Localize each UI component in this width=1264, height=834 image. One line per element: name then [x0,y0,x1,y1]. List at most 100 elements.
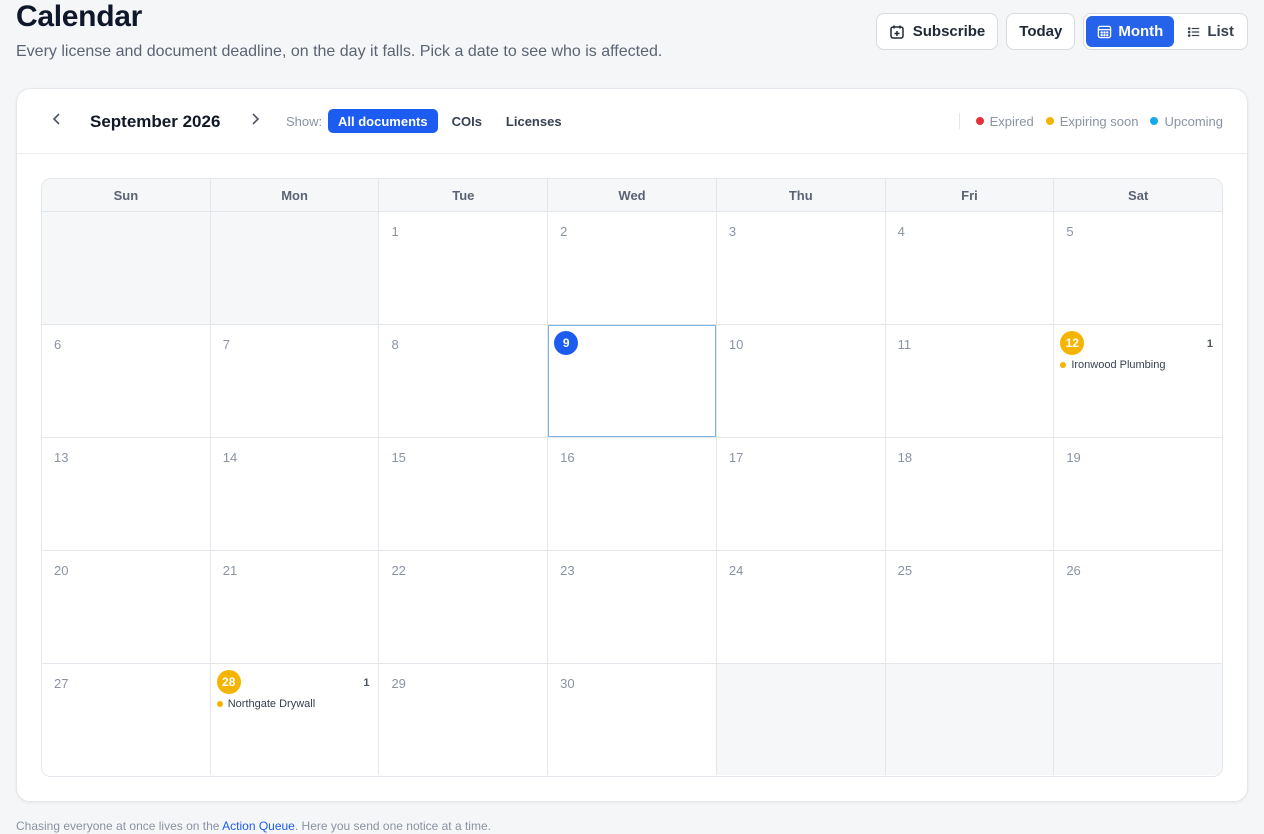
chevron-right-icon [249,112,261,131]
day-number: 12 [1060,331,1085,355]
calendar-day-3[interactable]: 3 [716,212,886,324]
calendar-weeks: 1 2 3 4 5 6 7 8 9 10 11 12 1 Ironwood Plumbing 13 14 15 1… [42,212,1222,775]
calendar-day-4[interactable]: 4 [885,212,1055,324]
day-number: 18 [897,450,913,465]
footer-note: Chasing everyone at once lives on the Ac… [16,819,491,833]
day-number: 17 [728,450,744,465]
legend-dot [1150,117,1159,125]
calendar-day-10[interactable]: 10 [716,325,886,437]
legend-label: Upcoming [1164,113,1223,129]
calendar-day-16[interactable]: 16 [548,438,717,550]
show-label: Show: [286,114,323,129]
calendar-day-5[interactable]: 5 [1054,212,1222,324]
weekday-fri: Fri [886,179,1055,211]
legend-item-expiring-soon: Expiring soon [1045,114,1138,129]
action-queue-link[interactable]: Action Queue [222,819,295,833]
weekday-mon: Mon [211,179,380,211]
day-number: 6 [54,337,62,352]
calendar-day-empty [716,664,886,775]
page-title: Calendar [16,0,142,33]
calendar-day-23[interactable]: 23 [548,551,717,663]
footer-text-after: . Here you send one notice at a time. [294,819,491,833]
calendar-day-11[interactable]: 11 [885,325,1055,437]
calendar-card: September 2026 Show: All documents COIs Li… [16,88,1248,802]
calendar-day-7[interactable]: 7 [210,325,380,437]
day-number: 25 [897,563,913,578]
list-view-label: List [1207,23,1234,40]
calendar-week: 27 28 1 Northgate Drywall 29 30 [42,664,1222,775]
day-number: 4 [897,224,905,239]
calendar-day-21[interactable]: 21 [210,551,380,663]
calendar-day-13[interactable]: 13 [42,438,211,550]
day-number: 11 [897,337,912,352]
previous-month-button[interactable] [47,111,67,131]
calendar-day-17[interactable]: 17 [716,438,886,550]
calendar-day-28[interactable]: 28 1 Northgate Drywall [210,664,380,775]
calendar-week: 20 21 22 23 24 25 26 [42,551,1222,664]
day-number: 16 [560,450,575,465]
calendar-week: 13 14 15 16 17 18 19 [42,438,1222,551]
day-number: 28 [216,670,241,694]
day-number: 8 [391,337,399,352]
month-view-button[interactable]: Month [1086,16,1175,47]
calendar-day-8[interactable]: 8 [379,325,549,437]
day-number: 24 [728,563,744,578]
event-item[interactable]: Ironwood Plumbing [1060,359,1165,371]
day-number: 2 [560,224,568,239]
chevron-left-icon [51,112,63,131]
calendar-grid: Sun Mon Tue Wed Thu Fri Sat 1 2 3 4 5 6 7 8 9 10 11 12 1 Ir… [41,178,1223,777]
day-number: 9 [554,331,579,355]
calendar-day-22[interactable]: 22 [379,551,549,663]
calendar-day-1[interactable]: 1 [379,212,549,324]
calendar-day-27[interactable]: 27 [42,664,211,775]
month-label: September 2026 [90,112,221,131]
filter-cois[interactable]: COIs [442,109,492,133]
calendar-day-25[interactable]: 25 [885,551,1055,663]
calendar-day-6[interactable]: 6 [42,325,211,437]
calendar-day-12[interactable]: 12 1 Ironwood Plumbing [1054,325,1222,437]
view-toggle: Month List [1083,13,1248,50]
calendar-day-30[interactable]: 30 [548,664,717,775]
subscribe-label: Subscribe [912,23,986,40]
event-count-badge: 1 [363,677,370,689]
calendar-day-24[interactable]: 24 [716,551,886,663]
today-label: Today [1019,23,1063,40]
calendar-day-18[interactable]: 18 [885,438,1055,550]
calendar-day-empty [1054,664,1222,775]
list-icon [1187,25,1201,39]
calendar-day-empty [210,212,380,324]
today-button[interactable]: Today [1006,13,1076,50]
weekday-sun: Sun [42,179,211,211]
day-number: 5 [1066,224,1074,239]
day-number: 13 [54,450,69,465]
calendar-toolbar: September 2026 Show: All documents COIs Li… [17,89,1247,154]
day-number: 3 [728,224,737,239]
next-month-button[interactable] [245,111,265,131]
weekday-header: Sun Mon Tue Wed Thu Fri Sat [42,179,1222,212]
filter-licenses[interactable]: Licenses [496,109,572,133]
event-item[interactable]: Northgate Drywall [216,698,315,710]
day-number: 1 [391,224,399,239]
calendar-day-29[interactable]: 29 [379,664,549,775]
calendar-day-9[interactable]: 9 [548,325,717,437]
filter-group: All documents COIs Licenses [328,109,572,133]
footer-text-before: Chasing everyone at once lives on the [16,819,223,833]
calendar-day-14[interactable]: 14 [210,438,380,550]
calendar-day-19[interactable]: 19 [1054,438,1222,550]
calendar-day-20[interactable]: 20 [42,551,211,663]
weekday-sat: Sat [1128,187,1149,203]
legend-label: Expired [989,113,1034,129]
calendar-day-empty [885,664,1055,775]
day-number: 26 [1066,563,1081,578]
calendar-week: 1 2 3 4 5 [42,212,1222,325]
day-number: 29 [391,676,406,691]
subscribe-button[interactable]: Subscribe [875,13,999,50]
calendar-day-2[interactable]: 2 [548,212,717,324]
calendar-week: 6 7 8 9 10 11 12 1 Ironwood Plumbing [42,325,1222,438]
filter-all-documents[interactable]: All documents [328,109,438,133]
weekday-tue: Tue [379,179,549,211]
calendar-day-26[interactable]: 26 [1054,551,1222,663]
calendar-day-15[interactable]: 15 [379,438,549,550]
list-view-button[interactable]: List [1176,16,1245,47]
event-name: Ironwood Plumbing [1071,359,1166,371]
